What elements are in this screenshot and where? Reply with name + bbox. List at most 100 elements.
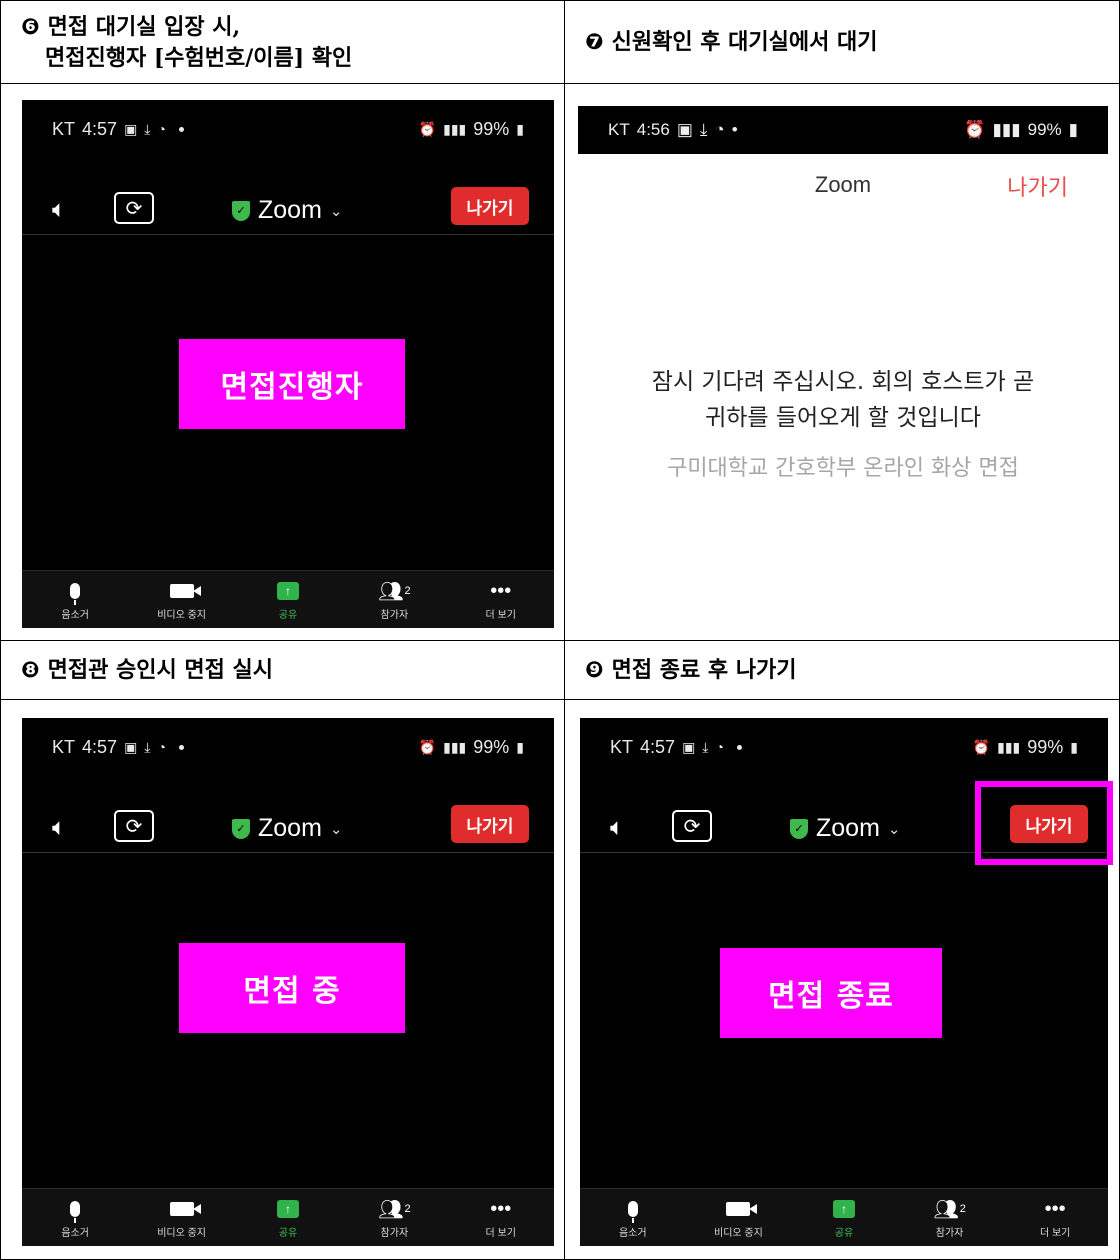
stop-video-button[interactable]: 비디오 중지 [693,1196,783,1239]
more-button[interactable]: ••• 더 보기 [456,1196,546,1240]
gallery-icon: ▣ [124,120,138,137]
waiting-alarm-icon: ⏰ [964,120,986,139]
speaker-icon[interactable]: 🔈︎ [52,814,66,842]
interview-ended-box: 면접 종료 [720,948,942,1038]
shield-icon: ✓ [232,818,250,839]
meeting-toolbar: 🔈︎ ⟳ ✓ Zoom ⌄ 나가기 [22,802,554,854]
step8-header: ❽ 면접관 승인시 면접 실시 [0,640,565,700]
waiting-message-line1: 잠시 기다려 주십시오. 회의 호스트가 곧 [651,369,1035,395]
toolbar-divider [22,234,554,235]
share-icon: ↑ [276,1200,299,1218]
meeting-title[interactable]: ✓ Zoom ⌄ [232,814,342,843]
gallery-icon: ▣ [124,738,138,755]
waiting-message-line2: 귀하를 들어오게 할 것입니다 [705,405,981,431]
download-icon: ⤓ [144,120,151,137]
notification-dot-icon [178,126,184,132]
camera-switch-icon[interactable]: ⟳ [672,810,712,842]
more-label: 더 보기 [485,610,516,621]
meeting-controls: 음소거 비디오 중지 ↑ 공유 👥︎ 2 참가자 ••• 더 보기 [22,570,554,628]
share-button[interactable]: ↑ 공유 [243,1196,333,1239]
waiting-carrier-label: KT [608,120,630,139]
more-label: 더 보기 [1039,1228,1071,1239]
participants-label: 참가자 [380,610,409,621]
chevron-down-icon: ⌄ [329,820,343,838]
waiting-download-icon: ⤓ [699,120,708,139]
step8-title: 면접관 승인시 면접 실시 [47,656,274,683]
participants-button[interactable]: 👥︎ 2 참가자 [905,1196,995,1240]
status-bar: KT 4:57 ▣ ⤓ ◔ ⏰ ▮▮▮ 99% ▮ [22,100,554,158]
mute-button[interactable]: 음소거 [30,1196,120,1239]
battery-icon: ▮ [1070,738,1078,755]
share-label: 공유 [834,1228,854,1239]
step6-title-line1: 면접 대기실 입장 시, [47,13,241,40]
step8-number: ❽ [21,657,40,683]
participants-label: 참가자 [380,1228,409,1239]
meeting-controls: 음소거 비디오 중지 ↑ 공유 👥︎ 2 참가자 ••• 더 보기 [22,1188,554,1246]
speaker-icon[interactable]: 🔈︎ [52,196,66,224]
app-icon: ◔ [715,739,724,755]
status-bar: KT 4:57 ▣ ⤓ ◔ ⏰ ▮▮▮ 99% ▮ [580,718,1108,776]
leave-button-highlight [975,781,1113,865]
waiting-leave-button[interactable]: 나가기 [1007,170,1068,202]
meeting-title[interactable]: ✓ Zoom ⌄ [790,814,900,843]
mute-label: 음소거 [61,1228,89,1239]
battery-label: 99% [1027,736,1064,757]
share-label: 공유 [278,610,298,621]
video-icon [169,584,201,598]
signal-icon: ▮▮▮ [443,120,467,137]
signal-icon: ▮▮▮ [443,738,467,755]
shield-icon: ✓ [232,200,250,221]
more-icon: ••• [490,1197,512,1220]
notification-dot-icon [736,744,742,750]
participants-count: 2 [959,1203,966,1215]
meeting-toolbar: 🔈︎ ⟳ ✓ Zoom ⌄ 나가기 [22,184,554,236]
waiting-gallery-icon: ▣ [676,120,693,139]
participants-count: 2 [404,585,411,597]
chevron-down-icon: ⌄ [329,202,343,220]
meeting-title-label: Zoom [258,814,322,842]
speaker-icon[interactable]: 🔈︎ [610,814,624,842]
participants-button[interactable]: 👥︎ 2 참가자 [349,1196,439,1240]
step9-number: ❾ [585,657,604,683]
battery-label: 99% [473,118,510,139]
step6-header: ❻ 면접 대기실 입장 시, 면접진행자 [수험번호/이름] 확인 [0,0,565,84]
participants-icon: 👥︎ [378,1198,404,1221]
mute-label: 음소거 [61,610,89,621]
more-button[interactable]: ••• 더 보기 [456,578,546,622]
more-label: 더 보기 [485,1228,516,1239]
mute-button[interactable]: 음소거 [588,1196,678,1239]
battery-icon: ▮ [516,738,524,755]
stop-video-button[interactable]: 비디오 중지 [137,578,227,621]
waiting-app-icon: ◔ [714,120,725,139]
clock-label: 4:57 [82,118,118,139]
share-button[interactable]: ↑ 공유 [799,1196,889,1239]
meeting-title[interactable]: ✓ Zoom ⌄ [232,196,342,225]
mute-button[interactable]: 음소거 [30,578,120,621]
participants-label: 참가자 [935,1228,964,1239]
waiting-message: 잠시 기다려 주십시오. 회의 호스트가 곧 귀하를 들어오게 할 것입니다 [578,364,1108,436]
share-icon: ↑ [832,1200,855,1218]
participants-icon: 👥︎ [378,580,404,603]
step9-header: ❾ 면접 종료 후 나가기 [564,640,1120,700]
carrier-label: KT [610,736,634,757]
clock-label: 4:57 [640,736,676,757]
share-icon: ↑ [276,582,299,600]
camera-switch-icon[interactable]: ⟳ [114,810,154,842]
waiting-status-bar: KT 4:56 ▣ ⤓ ◔ • ⏰ ▮▮▮ 99% ▮ [578,106,1108,154]
waiting-notification-dot-icon: • [731,120,738,139]
leave-button[interactable]: 나가기 [451,187,529,225]
more-button[interactable]: ••• 더 보기 [1010,1196,1100,1240]
alarm-icon: ⏰ [418,738,437,755]
shield-icon: ✓ [790,818,808,839]
camera-switch-icon[interactable]: ⟳ [114,192,154,224]
alarm-icon: ⏰ [418,120,437,137]
waiting-clock-label: 4:56 [636,120,670,139]
stop-video-button[interactable]: 비디오 중지 [137,1196,227,1239]
share-button[interactable]: ↑ 공유 [243,578,333,621]
meeting-name: 구미대학교 간호학부 온라인 화상 면접 [667,456,1019,481]
leave-button[interactable]: 나가기 [451,805,529,843]
alarm-icon: ⏰ [972,738,991,755]
participants-button[interactable]: 👥︎ 2 참가자 [349,578,439,622]
participants-icon: 👥︎ [933,1198,959,1221]
download-icon: ⤓ [702,738,709,755]
